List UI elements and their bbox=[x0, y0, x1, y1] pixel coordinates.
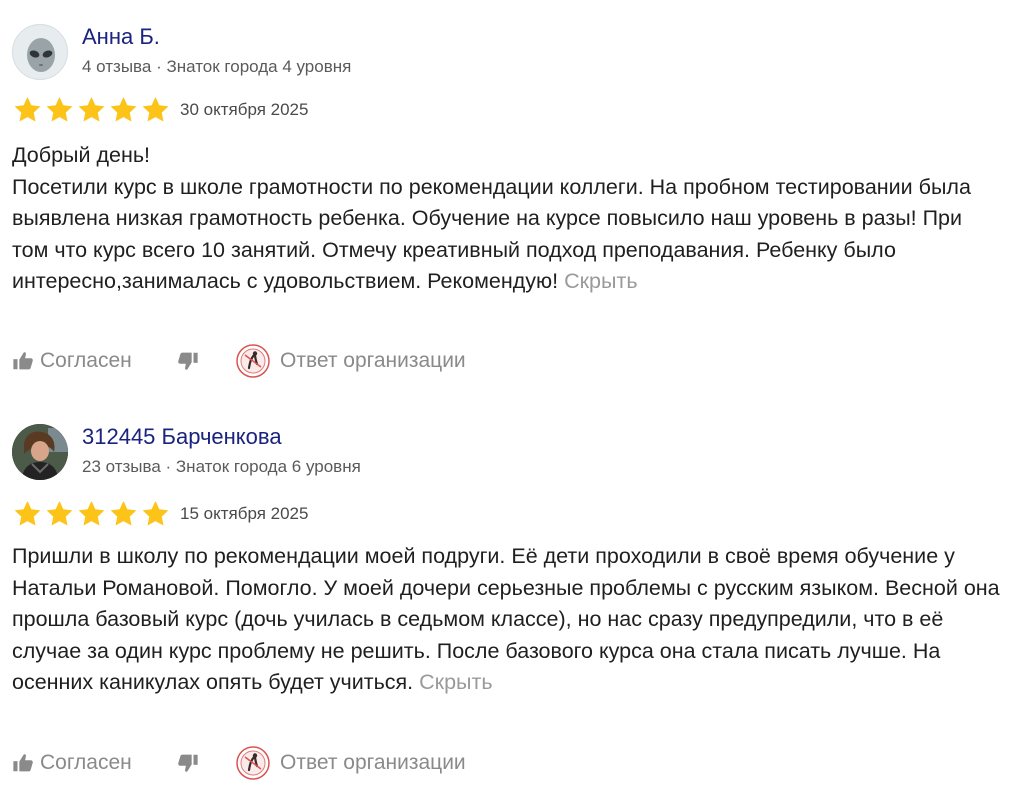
review-paragraph: Посетили курс в школе грамотности по рек… bbox=[12, 172, 1002, 298]
thumbs-down-icon bbox=[178, 754, 198, 772]
disagree-button[interactable] bbox=[177, 745, 199, 781]
author-name[interactable]: Анна Б. bbox=[82, 24, 160, 50]
star-icon bbox=[110, 501, 137, 526]
star-icon bbox=[14, 97, 41, 122]
agree-label: Согласен bbox=[40, 751, 132, 774]
star-icon bbox=[46, 501, 73, 526]
review-card: 312445 Барченкова 23 отзыва · Знаток гор… bbox=[0, 400, 1015, 800]
author-name[interactable]: 312445 Барченкова bbox=[82, 424, 282, 450]
review-card: Анна Б. 4 отзыва · Знаток города 4 уровн… bbox=[0, 0, 1015, 400]
star-icon bbox=[110, 97, 137, 122]
avatar[interactable] bbox=[12, 424, 68, 480]
star-icon bbox=[46, 97, 73, 122]
star-icon bbox=[142, 97, 169, 122]
thumbs-down-icon bbox=[178, 352, 198, 370]
author-meta: 4 отзыва · Знаток города 4 уровня bbox=[82, 57, 352, 76]
hide-link[interactable]: Скрыть bbox=[564, 269, 637, 293]
org-reply-label: Ответ организации bbox=[280, 349, 466, 372]
thumbs-up-icon bbox=[13, 352, 33, 370]
user-photo bbox=[12, 424, 68, 480]
rating-stars bbox=[12, 499, 171, 529]
review-actions: Согласен Ответ организации bbox=[12, 343, 612, 379]
review-date: 15 октября 2025 bbox=[180, 504, 309, 523]
rating-stars bbox=[12, 95, 171, 125]
organization-logo-icon bbox=[236, 344, 270, 378]
star-icon bbox=[14, 501, 41, 526]
org-reply-label: Ответ организации bbox=[280, 751, 466, 774]
review-body: Посетили курс в школе грамотности по рек… bbox=[12, 174, 971, 294]
avatar[interactable] bbox=[12, 24, 68, 80]
review-body: Пришли в школу по рекомендации моей подр… bbox=[12, 544, 1000, 694]
agree-label: Согласен bbox=[40, 349, 132, 372]
disagree-button[interactable] bbox=[177, 343, 199, 379]
review-paragraph: Пришли в школу по рекомендации моей подр… bbox=[12, 541, 1002, 699]
thumbs-up-icon bbox=[13, 754, 33, 772]
review-text: Пришли в школу по рекомендации моей подр… bbox=[12, 541, 1002, 699]
star-icon bbox=[78, 501, 105, 526]
star-icon bbox=[78, 97, 105, 122]
alien-icon bbox=[27, 38, 55, 72]
agree-button[interactable]: Согласен bbox=[12, 745, 132, 781]
author-meta: 23 отзыва · Знаток города 6 уровня bbox=[82, 457, 361, 476]
org-reply-button[interactable]: Ответ организации bbox=[236, 343, 466, 379]
org-reply-button[interactable]: Ответ организации bbox=[236, 745, 466, 781]
review-text: Добрый день! Посетили курс в школе грамо… bbox=[12, 140, 1002, 298]
review-paragraph: Добрый день! bbox=[12, 143, 151, 167]
agree-button[interactable]: Согласен bbox=[12, 343, 132, 379]
review-actions: Согласен Ответ организации bbox=[12, 745, 612, 781]
hide-link[interactable]: Скрыть bbox=[419, 670, 492, 694]
star-icon bbox=[142, 501, 169, 526]
review-date: 30 октября 2025 bbox=[180, 100, 309, 119]
organization-logo-icon bbox=[236, 746, 270, 780]
